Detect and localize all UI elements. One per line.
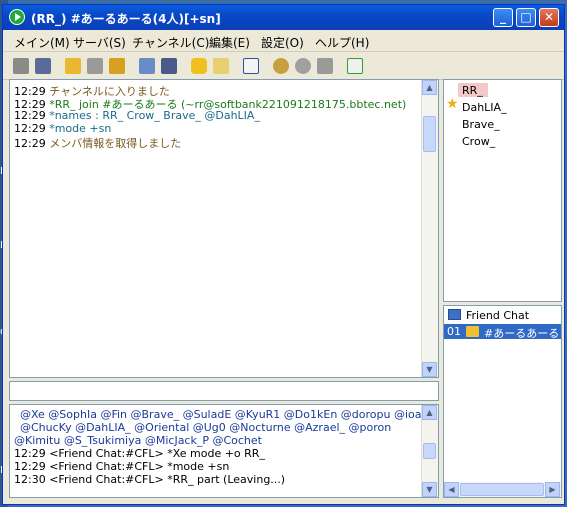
- log-line: 12:29 *names : RR_ Crow_ Brave_ @DahLIA_: [14, 109, 260, 122]
- tree-server[interactable]: Friend Chat: [466, 309, 529, 322]
- log-text: *names : RR_ Crow_ Brave_ @DahLIA_: [45, 109, 260, 122]
- log-time: 12:29: [14, 137, 46, 150]
- title-bar[interactable]: (RR_) #あーるあーる(4人)[+sn] _ □ ✕: [3, 5, 564, 30]
- search-icon[interactable]: [273, 58, 289, 74]
- scroll-down-button[interactable]: ▼: [422, 362, 437, 377]
- channel-log[interactable]: 12:29 チャンネルに入りました 12:29 *RR_ join #あーるあー…: [9, 79, 439, 378]
- log-time: 12:29: [14, 122, 46, 135]
- checklist-icon[interactable]: [243, 58, 259, 74]
- menu-edit[interactable]: 編集(E): [209, 34, 250, 51]
- scroll-thumb[interactable]: [423, 443, 436, 459]
- gray-box-icon[interactable]: [317, 58, 333, 74]
- toolbar: [3, 53, 564, 80]
- log-line: @Kimitu @S_Tsukimiya @MicJack_P @Cochet: [14, 434, 262, 447]
- connect-icon[interactable]: [13, 58, 29, 74]
- nick-item[interactable]: DahLIA_: [462, 101, 507, 114]
- tree-channel-selected[interactable]: 01 #あーるあーる: [444, 324, 561, 340]
- scroll-up-button[interactable]: ▲: [422, 80, 437, 95]
- log-line: @Xe @SophIa @Fin @Brave_ @SuladE @KyuR1 …: [20, 408, 432, 421]
- log-time: 12:29: [14, 109, 46, 122]
- menu-main[interactable]: メイン(M): [14, 34, 70, 51]
- scroll-up-button[interactable]: ▲: [422, 405, 437, 420]
- channel-tree[interactable]: Friend Chat 01 #あーるあーる ◀ ▶: [443, 305, 562, 498]
- folder-join-icon[interactable]: [109, 58, 125, 74]
- nick-item[interactable]: RR_: [462, 84, 483, 97]
- scroll-down-button[interactable]: ▼: [422, 482, 437, 497]
- server-log-scrollbar[interactable]: ▲ ▼: [421, 405, 438, 497]
- window-icon[interactable]: [139, 58, 155, 74]
- server-icon[interactable]: [161, 58, 177, 74]
- log-scrollbar[interactable]: ▲ ▼: [421, 80, 438, 377]
- minimize-button[interactable]: _: [493, 8, 513, 27]
- server-icon: [448, 309, 461, 320]
- window-title: (RR_) #あーるあーる(4人)[+sn]: [31, 12, 221, 26]
- log-line: @ChucKy @DahLIA_ @Oriental @Ug0 @Nocturn…: [20, 421, 392, 434]
- menu-channel[interactable]: チャンネル(C): [132, 34, 209, 51]
- log-text: *mode +sn: [45, 122, 112, 135]
- log-line: 12:29 *mode +sn: [14, 122, 111, 135]
- close-button[interactable]: ✕: [539, 8, 559, 27]
- lock-icon[interactable]: [191, 58, 207, 74]
- chat-bubble-icon[interactable]: [295, 58, 311, 74]
- message-input[interactable]: [9, 381, 439, 401]
- menu-help[interactable]: ヘルプ(H): [315, 34, 369, 51]
- nick-list[interactable]: RR_ ★ DahLIA_ Brave_ Crow_: [443, 79, 562, 302]
- app-logo-icon[interactable]: [9, 9, 25, 25]
- tree-channel-name: #あーるあーる: [484, 327, 560, 340]
- folder-icon: [466, 326, 479, 337]
- disconnect-icon[interactable]: [35, 58, 51, 74]
- edit-icon[interactable]: [213, 58, 229, 74]
- log-line: 12:29 メンバ情報を取得しました: [14, 135, 181, 151]
- nick-item[interactable]: Brave_: [462, 118, 500, 131]
- app-window: (RR_) #あーるあーる(4人)[+sn] _ □ ✕ メイン(M) サーバ(…: [2, 4, 565, 505]
- folder-open-icon[interactable]: [65, 58, 81, 74]
- menu-bar: メイン(M) サーバ(S) チャンネル(C) 編集(E) 設定(O) ヘルプ(H…: [3, 31, 564, 52]
- tree-hscrollbar[interactable]: ◀ ▶: [444, 482, 561, 497]
- menu-settings[interactable]: 設定(O): [261, 34, 304, 51]
- folder-icon[interactable]: [87, 58, 103, 74]
- scroll-left-button[interactable]: ◀: [444, 482, 459, 497]
- log-line: 12:29 <Friend Chat:#CFL> *mode +sn: [14, 460, 230, 473]
- server-log[interactable]: @Xe @SophIa @Fin @Brave_ @SuladE @KyuR1 …: [9, 404, 439, 498]
- scroll-right-button[interactable]: ▶: [545, 482, 560, 497]
- log-line: 12:30 <Friend Chat:#CFL> *RR_ part (Leav…: [14, 473, 286, 486]
- tree-channel-index: 01: [447, 325, 461, 338]
- log-line: 12:29 <Friend Chat:#CFL> *Xe mode +o RR_: [14, 447, 265, 460]
- scroll-thumb[interactable]: [423, 116, 436, 152]
- log-text: メンバ情報を取得しました: [45, 137, 182, 150]
- menu-server[interactable]: サーバ(S): [73, 34, 126, 51]
- export-icon[interactable]: [347, 58, 363, 74]
- nick-item[interactable]: Crow_: [462, 135, 495, 148]
- op-star-icon: ★: [446, 96, 459, 112]
- maximize-button[interactable]: □: [516, 8, 536, 27]
- scroll-thumb[interactable]: [460, 483, 544, 496]
